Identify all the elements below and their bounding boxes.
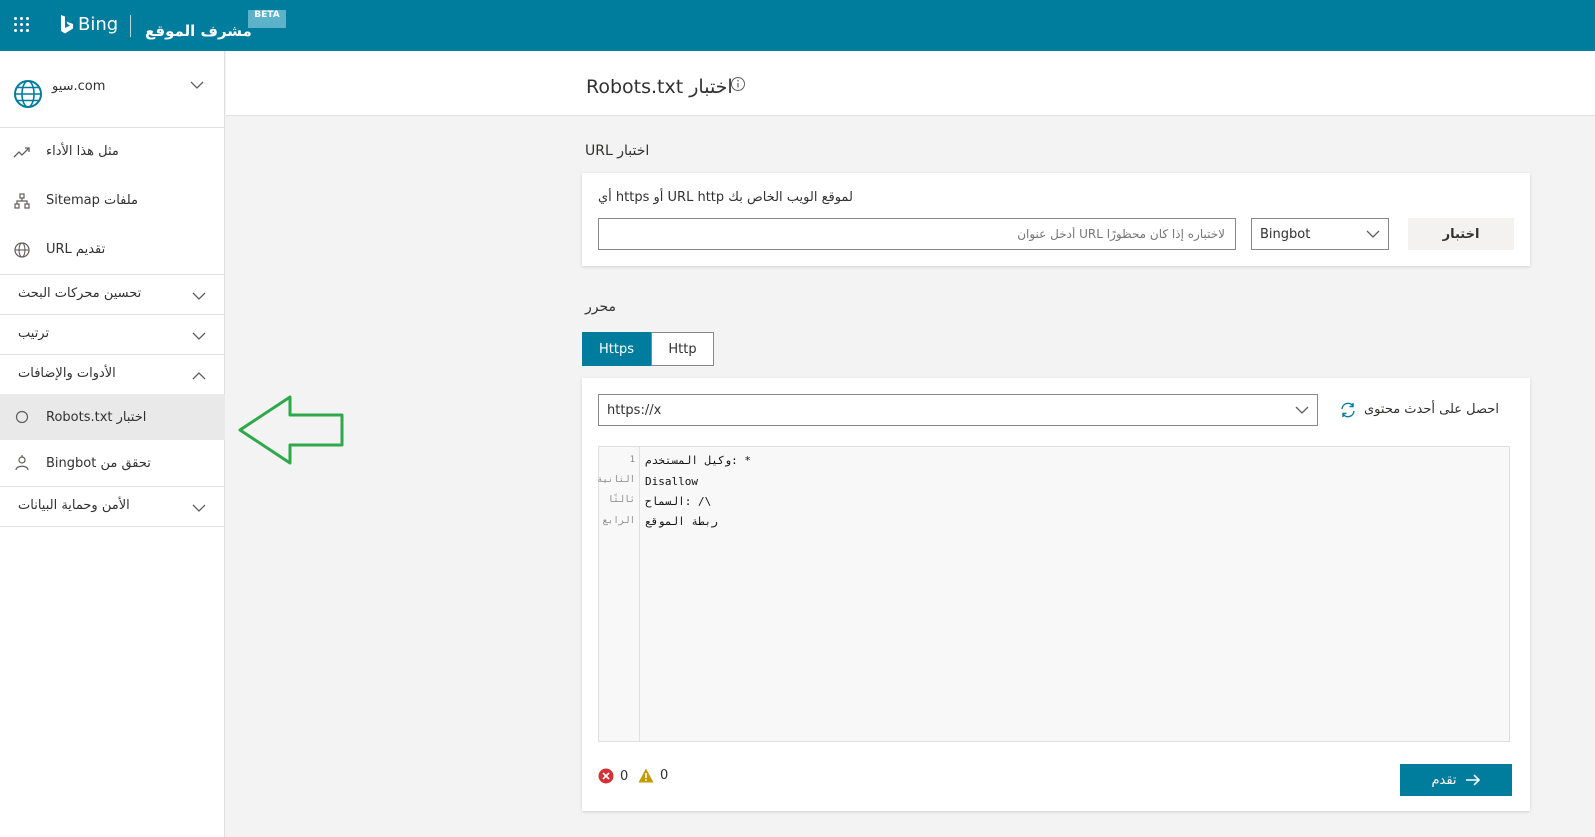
sidebar-item-url-submission[interactable]: تقديم URL — [0, 225, 225, 274]
robots-editor[interactable]: 1 الثانية ثالثًا الرابع وكيل المستخدم: *… — [597, 446, 1510, 742]
editor-label: محرر — [585, 299, 617, 315]
line-number: الرابع — [602, 516, 635, 526]
user-agent-select[interactable]: Bingbot — [1251, 218, 1389, 250]
bing-b-icon — [61, 14, 73, 33]
code-line: وكيل المستخدم: * — [645, 454, 751, 467]
sidebar-item-performance[interactable]: مثل هذا الأداء — [0, 127, 225, 176]
user-agent-value: Bingbot — [1260, 226, 1311, 242]
top-bar: Bing مشرف الموقع BETA — [0, 0, 1595, 51]
sidebar-item-label: مثل هذا الأداء — [46, 144, 119, 159]
sidebar-item-verify-bingbot[interactable]: تحقق من Bingbot — [0, 440, 225, 486]
test-button[interactable]: اختبار — [1408, 218, 1514, 250]
arrow-right-icon — [1465, 774, 1480, 786]
app-launcher-icon[interactable] — [14, 17, 30, 33]
code-line: ربطة الموقع — [645, 515, 718, 528]
refresh-icon[interactable] — [1339, 401, 1357, 419]
chevron-down-icon — [1366, 230, 1380, 238]
url-test-card: لموقع الويب الخاص بك URL http أو https أ… — [582, 173, 1530, 266]
chevron-down-icon — [192, 332, 206, 340]
circle-icon — [15, 410, 29, 424]
code-line: Disallow — [645, 475, 698, 488]
sidebar: سيو.com مثل هذا الأداء ملفات Sitemap تقد… — [0, 51, 225, 837]
tab-https[interactable]: Https — [582, 332, 651, 366]
globe-icon — [14, 80, 42, 108]
error-count: 0 — [598, 768, 628, 784]
sidebar-item-label: ملفات Sitemap — [46, 193, 139, 208]
protocol-toggle: Https Http — [582, 332, 714, 366]
sidebar-item-label: اختبار Robots.txt — [46, 409, 147, 425]
line-gutter: 1 الثانية ثالثًا الرابع — [597, 447, 640, 741]
header-divider — [130, 15, 131, 37]
refresh-content-link[interactable]: احصل على أحدث محتوى — [1364, 402, 1499, 417]
chevron-down-icon — [192, 504, 206, 512]
site-name: سيو.com — [52, 79, 106, 94]
sidebar-group-label: ترتيب — [18, 326, 50, 341]
warning-icon — [638, 768, 654, 783]
info-icon[interactable] — [730, 76, 746, 92]
code-line: السماح: /\ — [645, 495, 712, 508]
line-number: 1 — [629, 455, 635, 465]
page-header: اختبار Robots.txt — [226, 51, 1595, 116]
sidebar-item-label: تقديم URL — [46, 242, 106, 257]
sidebar-group-seo[interactable]: تحسين محركات البحث — [0, 274, 225, 314]
app-title: مشرف الموقع — [145, 22, 252, 40]
tab-http[interactable]: Http — [651, 332, 714, 366]
sidebar-group-label: الأدوات والإضافات — [18, 366, 116, 381]
error-count-value: 0 — [620, 768, 629, 784]
line-number: ثالثًا — [607, 495, 635, 505]
chevron-down-icon[interactable] — [190, 78, 204, 92]
error-icon — [598, 768, 614, 784]
editor-card: https://x احصل على أحدث محتوى 1 الثانية … — [582, 378, 1530, 811]
sidebar-group-label: الأمن وحماية البيانات — [18, 498, 130, 513]
brand-name: Bing — [78, 14, 119, 35]
beta-badge: BETA — [248, 10, 286, 28]
sidebar-item-robots-tester[interactable]: اختبار Robots.txt — [0, 394, 225, 440]
line-number: الثانية — [597, 475, 635, 485]
chevron-up-icon — [192, 372, 206, 380]
page-title: اختبار Robots.txt — [586, 76, 733, 98]
annotation-arrow-icon — [238, 395, 344, 465]
trend-icon — [13, 146, 30, 157]
sidebar-group-security[interactable]: الأمن وحماية البيانات — [0, 486, 225, 526]
site-selector[interactable]: سيو.com — [0, 51, 225, 128]
sitemap-icon — [14, 192, 30, 209]
warning-count-value: 0 — [660, 768, 669, 783]
url-test-label: اختبار URL — [585, 143, 650, 159]
url-test-description: لموقع الويب الخاص بك URL http أو https أ… — [598, 190, 853, 205]
url-select-value: https://x — [607, 402, 662, 418]
submit-label: تقدم — [1431, 772, 1457, 788]
globe-icon — [14, 241, 30, 258]
sidebar-item-sitemaps[interactable]: ملفات Sitemap — [0, 176, 225, 225]
bot-icon — [15, 455, 29, 471]
warning-count: 0 — [638, 768, 668, 783]
url-input[interactable] — [598, 218, 1236, 250]
sidebar-group-label: تحسين محركات البحث — [18, 286, 142, 301]
bing-logo[interactable]: Bing — [60, 14, 118, 35]
submit-button[interactable]: تقدم — [1400, 764, 1512, 796]
sidebar-divider — [0, 526, 225, 527]
url-select[interactable]: https://x — [598, 394, 1318, 426]
sidebar-item-label: تحقق من Bingbot — [46, 455, 151, 471]
sidebar-group-ranking[interactable]: ترتيب — [0, 314, 225, 354]
sidebar-group-tools[interactable]: الأدوات والإضافات — [0, 354, 225, 394]
chevron-down-icon — [1295, 406, 1309, 414]
chevron-down-icon — [192, 292, 206, 300]
